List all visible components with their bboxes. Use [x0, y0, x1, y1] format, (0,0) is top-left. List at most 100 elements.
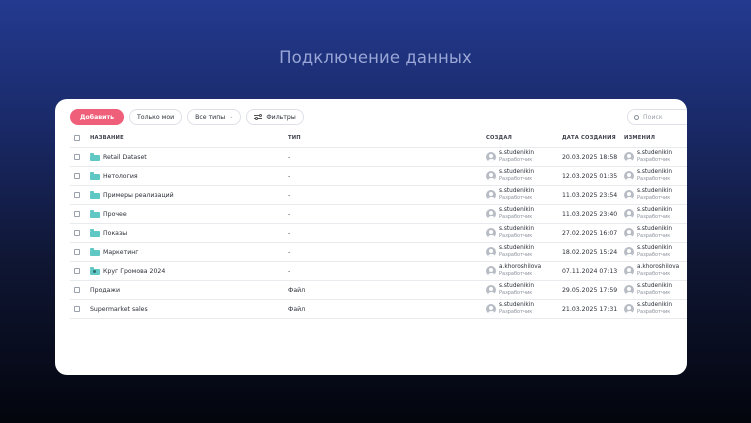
row-created-date: 07.11.2024 07:13: [562, 267, 618, 275]
row-checkbox[interactable]: [74, 230, 80, 236]
data-connections-panel: Добавить Только мои Все типы ⌄ Фильтры Н…: [55, 99, 687, 375]
modifier-role: Разработчик: [637, 271, 671, 277]
modifier: a.khoroshilova Разработчик: [624, 264, 679, 277]
only-mine-filter[interactable]: Только мои: [129, 109, 183, 125]
row-created-date: 20.03.2025 18:58: [562, 153, 618, 161]
modifier-role: Разработчик: [637, 233, 671, 239]
row-created-date: 18.02.2025 15:24: [562, 248, 618, 256]
modifier: s.studenikin Разработчик: [624, 169, 672, 182]
row-name[interactable]: Показы: [103, 230, 127, 237]
table-row[interactable]: Показы - s.studenikin Разработчик 27.02.…: [70, 224, 687, 243]
row-checkbox[interactable]: [74, 154, 80, 160]
shared-folder-icon: [90, 267, 100, 275]
row-checkbox[interactable]: [74, 306, 80, 312]
row-checkbox[interactable]: [74, 268, 80, 274]
data-table: НАЗВАНИЕ ТИП СОЗДАЛ ДАТА СОЗДАНИЯ ИЗМЕНИ…: [70, 129, 687, 319]
row-type: -: [288, 153, 291, 161]
modifier: s.studenikin Разработчик: [624, 226, 672, 239]
row-created-date: 21.03.2025 17:31: [562, 305, 618, 313]
row-created-date: 27.02.2025 16:07: [562, 229, 618, 237]
row-name[interactable]: Прочее: [103, 211, 127, 218]
avatar: [624, 209, 634, 219]
creator-role: Разработчик: [499, 195, 533, 201]
row-created-date: 12.03.2025 01:35: [562, 172, 618, 180]
row-name[interactable]: Нетология: [103, 173, 138, 180]
creator-login: s.studenikin: [499, 188, 535, 195]
row-type: -: [288, 248, 291, 256]
avatar: [624, 152, 634, 162]
folder-icon: [90, 172, 100, 180]
creator-login: s.studenikin: [499, 207, 535, 214]
creator: s.studenikin Разработчик: [486, 245, 534, 258]
modifier-role: Разработчик: [637, 309, 671, 315]
table-row[interactable]: Маркетинг - s.studenikin Разработчик 18.…: [70, 243, 687, 262]
avatar: [486, 228, 496, 238]
search-box[interactable]: [627, 109, 687, 125]
column-header-name[interactable]: НАЗВАНИЕ: [90, 129, 124, 147]
row-name[interactable]: Круг Громова 2024: [103, 268, 165, 275]
row-checkbox[interactable]: [74, 287, 80, 293]
column-header-modified[interactable]: ИЗМЕНИЛ: [624, 129, 655, 147]
modifier: s.studenikin Разработчик: [624, 188, 672, 201]
creator: s.studenikin Разработчик: [486, 150, 534, 163]
table-header: НАЗВАНИЕ ТИП СОЗДАЛ ДАТА СОЗДАНИЯ ИЗМЕНИ…: [70, 129, 687, 148]
column-header-created[interactable]: ДАТА СОЗДАНИЯ: [562, 129, 616, 147]
folder-icon: [90, 191, 100, 199]
creator-role: Разработчик: [499, 176, 533, 182]
row-checkbox[interactable]: [74, 249, 80, 255]
only-mine-label: Только мои: [137, 113, 175, 121]
row-type: -: [288, 229, 291, 237]
avatar: [486, 266, 496, 276]
creator-role: Разработчик: [499, 309, 533, 315]
avatar: [486, 247, 496, 257]
avatar: [486, 209, 496, 219]
table-row[interactable]: Прочее - s.studenikin Разработчик 11.03.…: [70, 205, 687, 224]
filters-button[interactable]: Фильтры: [246, 109, 304, 125]
creator-role: Разработчик: [499, 252, 533, 258]
row-type: Файл: [288, 286, 306, 294]
toolbar: Добавить Только мои Все типы ⌄ Фильтры: [70, 109, 304, 125]
creator-login: s.studenikin: [499, 283, 535, 290]
row-name[interactable]: Supermarket sales: [90, 306, 148, 313]
row-type: -: [288, 267, 291, 275]
modifier-login: a.khoroshilova: [637, 264, 680, 271]
column-header-type[interactable]: ТИП: [288, 129, 301, 147]
creator: a.khoroshilova Разработчик: [486, 264, 541, 277]
avatar: [624, 304, 634, 314]
folder-icon: [90, 229, 100, 237]
table-row[interactable]: Круг Громова 2024 - a.khoroshilova Разра…: [70, 262, 687, 281]
row-name[interactable]: Маркетинг: [103, 249, 139, 256]
table-row[interactable]: Нетология - s.studenikin Разработчик 12.…: [70, 167, 687, 186]
add-button[interactable]: Добавить: [70, 109, 125, 125]
creator: s.studenikin Разработчик: [486, 169, 534, 182]
table-row[interactable]: Supermarket sales Файл s.studenikin Разр…: [70, 300, 687, 319]
avatar: [624, 228, 634, 238]
creator-login: a.khoroshilova: [499, 264, 542, 271]
row-name[interactable]: Примеры реализаций: [103, 192, 174, 199]
modifier: s.studenikin Разработчик: [624, 302, 672, 315]
table-body: Retail Dataset - s.studenikin Разработчи…: [70, 148, 687, 319]
modifier-login: s.studenikin: [637, 207, 673, 214]
folder-icon: [90, 153, 100, 161]
row-checkbox[interactable]: [74, 211, 80, 217]
table-row[interactable]: Примеры реализаций - s.studenikin Разраб…: [70, 186, 687, 205]
row-created-date: 11.03.2025 23:40: [562, 210, 618, 218]
search-input[interactable]: [643, 113, 683, 121]
row-type: Файл: [288, 305, 306, 313]
row-checkbox[interactable]: [74, 192, 80, 198]
select-all-checkbox[interactable]: [74, 135, 80, 141]
row-name[interactable]: Retail Dataset: [103, 154, 147, 161]
creator: s.studenikin Разработчик: [486, 188, 534, 201]
modifier: s.studenikin Разработчик: [624, 150, 672, 163]
modifier: s.studenikin Разработчик: [624, 283, 672, 296]
row-checkbox[interactable]: [74, 173, 80, 179]
creator-login: s.studenikin: [499, 169, 535, 176]
table-row[interactable]: Продажи Файл s.studenikin Разработчик 29…: [70, 281, 687, 300]
avatar: [486, 190, 496, 200]
type-select[interactable]: Все типы ⌄: [187, 109, 242, 125]
table-row[interactable]: Retail Dataset - s.studenikin Разработчи…: [70, 148, 687, 167]
column-header-creator[interactable]: СОЗДАЛ: [486, 129, 512, 147]
modifier-login: s.studenikin: [637, 150, 673, 157]
row-name[interactable]: Продажи: [90, 287, 120, 294]
avatar: [624, 285, 634, 295]
